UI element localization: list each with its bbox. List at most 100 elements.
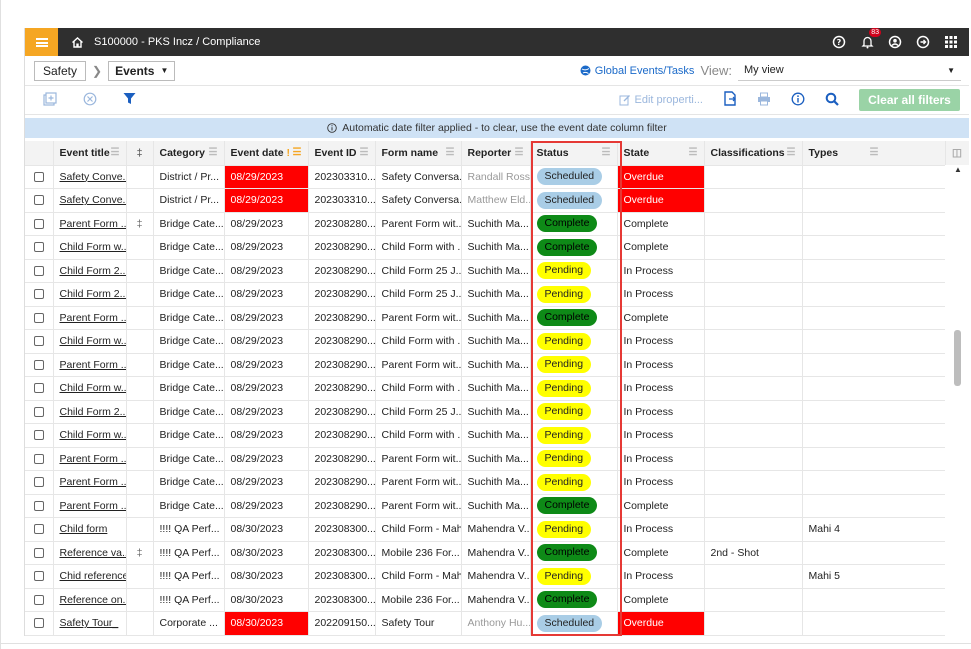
table-row[interactable]: Parent Form ... Bridge Cate... 08/29/2023 2… <box>25 447 969 471</box>
table-row[interactable]: Parent Form ... ‡ Bridge Cate... 08/29/2023… <box>25 212 969 236</box>
col-header-category[interactable]: Category ☰ <box>153 141 225 166</box>
print-icon[interactable] <box>757 92 771 109</box>
col-header-types[interactable]: Types ☰ <box>802 141 946 166</box>
help-icon[interactable]: ? <box>831 34 847 50</box>
filter-active-icon[interactable]: ☰ <box>293 147 302 158</box>
row-checkbox[interactable] <box>33 500 44 511</box>
user-profile-icon[interactable] <box>887 34 903 50</box>
filter-lines-icon[interactable]: ☰ <box>360 147 369 158</box>
scrollbar-thumb[interactable] <box>954 330 961 386</box>
col-header-event-date[interactable]: Event date ! ☰ <box>224 141 309 166</box>
hamburger-menu-button[interactable] <box>25 28 58 56</box>
table-row[interactable]: Chid reference !!!! QA Perf... 08/30/2023 2… <box>25 564 969 589</box>
col-header-reporter[interactable]: Reporter ☰ <box>461 141 531 166</box>
event-title-link[interactable]: Parent Form ... <box>53 447 127 471</box>
notification-bell-icon[interactable]: 83 <box>859 28 881 50</box>
table-row[interactable]: Child Form 2... Bridge Cate... 08/29/2023 2… <box>25 282 969 307</box>
vertical-scrollbar[interactable] <box>945 165 969 636</box>
table-row[interactable]: Parent Form ... Bridge Cate... 08/29/2023 2… <box>25 353 969 377</box>
event-title-link[interactable]: Safety Tour_ <box>53 611 127 636</box>
table-row[interactable]: Safety Tour_ Corporate ... 08/30/2023 20220… <box>25 611 969 636</box>
table-row[interactable]: Parent Form ... Bridge Cate... 08/29/2023 2… <box>25 470 969 495</box>
row-checkbox[interactable] <box>33 336 44 347</box>
event-title-link[interactable]: Safety Conve... <box>53 188 127 213</box>
row-checkbox[interactable] <box>33 547 44 558</box>
view-dropdown[interactable]: My view ▼ <box>738 61 961 81</box>
event-title-link[interactable]: Child Form w... <box>53 376 127 401</box>
module-tab-safety[interactable]: Safety <box>34 60 87 81</box>
row-checkbox[interactable] <box>33 265 44 276</box>
clear-all-filters-button[interactable]: Clear all filters <box>859 89 960 111</box>
logout-icon[interactable] <box>915 34 931 50</box>
event-title-link[interactable]: Chid reference <box>53 564 127 589</box>
global-events-link[interactable]: Global Events/Tasks <box>580 65 694 77</box>
table-row[interactable]: Safety Conve... District / Pr... 08/29/202… <box>25 165 969 189</box>
col-header-attachment[interactable]: ‡ <box>126 141 154 166</box>
table-row[interactable]: Child Form w... Bridge Cate... 08/29/2023 2… <box>25 423 969 448</box>
table-row[interactable]: Parent Form ... Bridge Cate... 08/29/2023 2… <box>25 494 969 518</box>
event-title-link[interactable]: Safety Conve... <box>53 165 127 189</box>
info-icon[interactable] <box>791 92 805 109</box>
row-checkbox[interactable] <box>33 406 44 417</box>
cancel-icon[interactable] <box>83 92 97 109</box>
row-checkbox[interactable] <box>33 383 44 394</box>
export-icon[interactable] <box>723 91 737 109</box>
event-title-link[interactable]: Reference va... <box>53 541 127 565</box>
event-title-link[interactable]: Child Form w... <box>53 329 127 354</box>
filter-lines-icon[interactable]: ☰ <box>515 147 524 158</box>
filter-lines-icon[interactable]: ☰ <box>870 147 879 158</box>
row-checkbox[interactable] <box>33 618 44 629</box>
table-row[interactable]: Child Form w... Bridge Cate... 08/29/2023 2… <box>25 376 969 401</box>
section-dropdown[interactable]: Events ▼ <box>108 60 176 81</box>
row-checkbox[interactable] <box>33 242 44 253</box>
table-row[interactable]: Child Form w... Bridge Cate... 08/29/2023 2… <box>25 329 969 354</box>
event-title-link[interactable]: Child form <box>53 517 127 542</box>
row-checkbox[interactable] <box>33 289 44 300</box>
table-row[interactable]: Safety Conve... District / Pr... 08/29/202… <box>25 188 969 213</box>
row-checkbox[interactable] <box>33 171 44 182</box>
table-row[interactable]: Parent Form ... Bridge Cate... 08/29/2023 2… <box>25 306 969 330</box>
table-row[interactable]: Reference va... ‡ !!!! QA Perf... 08/30/202… <box>25 541 969 565</box>
event-title-link[interactable]: Child Form w... <box>53 423 127 448</box>
event-title-link[interactable]: Parent Form ... <box>53 353 127 377</box>
event-title-link[interactable]: Child Form w... <box>53 235 127 260</box>
col-header-state[interactable]: State ☰ <box>617 141 705 166</box>
table-row[interactable]: Child Form 2... Bridge Cate... 08/29/2023 2… <box>25 259 969 283</box>
add-event-icon[interactable] <box>43 91 57 109</box>
paperclip-icon[interactable]: ‡ <box>137 547 143 559</box>
filter-lines-icon[interactable]: ☰ <box>787 147 796 158</box>
event-title-link[interactable]: Parent Form ... <box>53 212 127 236</box>
row-checkbox[interactable] <box>33 312 44 323</box>
row-checkbox[interactable] <box>33 477 44 488</box>
filter-lines-icon[interactable]: ☰ <box>446 147 455 158</box>
edit-properties-button[interactable]: Edit properti... <box>619 94 703 106</box>
filter-lines-icon[interactable]: ☰ <box>602 147 611 158</box>
row-checkbox[interactable] <box>33 195 44 206</box>
row-checkbox[interactable] <box>33 359 44 370</box>
search-icon[interactable] <box>825 92 839 109</box>
column-chooser-icon[interactable]: ◫ <box>945 141 969 166</box>
row-checkbox[interactable] <box>33 594 44 605</box>
row-checkbox[interactable] <box>33 571 44 582</box>
event-title-link[interactable]: Child Form 2... <box>53 259 127 283</box>
home-icon[interactable] <box>70 35 84 49</box>
row-checkbox[interactable] <box>33 453 44 464</box>
scroll-up-arrow-icon[interactable]: ▲ <box>954 165 962 174</box>
table-row[interactable]: Child Form w... Bridge Cate... 08/29/2023 2… <box>25 235 969 260</box>
table-row[interactable]: Child form !!!! QA Perf... 08/30/2023 20230… <box>25 517 969 542</box>
event-title-link[interactable]: Parent Form ... <box>53 306 127 330</box>
filter-icon[interactable] <box>123 92 136 108</box>
event-title-link[interactable]: Child Form 2... <box>53 400 127 424</box>
row-checkbox[interactable] <box>33 524 44 535</box>
filter-lines-icon[interactable]: ☰ <box>111 147 120 158</box>
row-checkbox[interactable] <box>33 218 44 229</box>
filter-lines-icon[interactable]: ☰ <box>209 147 218 158</box>
col-header-form-name[interactable]: Form name ☰ <box>375 141 462 166</box>
table-row[interactable]: Child Form 2... Bridge Cate... 08/29/2023 2… <box>25 400 969 424</box>
paperclip-icon[interactable]: ‡ <box>137 218 143 230</box>
event-title-link[interactable]: Reference on... <box>53 588 127 612</box>
row-checkbox[interactable] <box>33 430 44 441</box>
apps-grid-icon[interactable] <box>943 34 959 50</box>
filter-lines-icon[interactable]: ☰ <box>689 147 698 158</box>
event-title-link[interactable]: Parent Form ... <box>53 494 127 518</box>
